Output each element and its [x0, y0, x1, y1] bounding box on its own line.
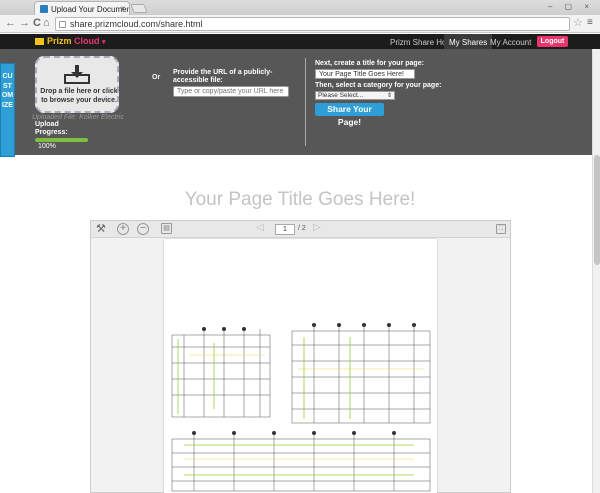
- back-icon[interactable]: ←: [5, 17, 16, 29]
- favicon-icon: [40, 5, 48, 13]
- tab-close-icon[interactable]: ×: [120, 4, 125, 13]
- prizm-logo-icon: [35, 38, 44, 45]
- viewer-toolbar: ⚒ + − ▤ ◁ 1 / 2 ▷ ⛶: [91, 221, 510, 238]
- logo-cloud-text: Cloud: [74, 36, 100, 46]
- upload-progress-bar: [35, 138, 88, 142]
- forward-icon[interactable]: →: [19, 17, 30, 29]
- chevron-updown-icon: ⇕: [386, 93, 392, 99]
- download-tray-icon: [64, 65, 90, 84]
- zoom-out-icon[interactable]: −: [137, 223, 149, 235]
- page-total: / 2: [298, 225, 306, 232]
- document-viewer: ⚒ + − ▤ ◁ 1 / 2 ▷ ⛶: [90, 220, 511, 493]
- browser-menu-icon[interactable]: ≡: [587, 17, 593, 28]
- window-controls[interactable]: – ▢ ×: [548, 2, 594, 11]
- browser-tab[interactable]: Upload Your Documents a ×: [34, 1, 130, 15]
- panel-divider: [305, 58, 306, 146]
- logout-button[interactable]: Logout: [537, 36, 568, 47]
- zoom-in-icon[interactable]: +: [117, 223, 129, 235]
- print-icon[interactable]: ▤: [161, 223, 172, 234]
- tools-icon[interactable]: ⚒: [96, 222, 106, 235]
- uploaded-file-name: Uploaded File: Kolker Electric: [32, 114, 124, 121]
- page-icon: [59, 21, 66, 28]
- upload-progress-label: Upload Progress:: [35, 121, 68, 136]
- url-label: Provide the URL of a publicly-accessible…: [173, 69, 273, 84]
- bookmark-star-icon[interactable]: ☆: [573, 16, 583, 29]
- page-number-input[interactable]: 1: [275, 224, 295, 235]
- category-select[interactable]: Please Select... ⇕: [315, 91, 395, 100]
- browser-tab-bar: Upload Your Documents a × – ▢ ×: [0, 0, 600, 15]
- customize-tab[interactable]: CUSTOMIZE: [0, 63, 15, 157]
- next-page-icon[interactable]: ▷: [313, 222, 321, 233]
- category-label: Then, select a category for your page:: [315, 82, 442, 89]
- nav-my-account[interactable]: My Account: [485, 34, 536, 49]
- page-title-input[interactable]: Your Page Title Goes Here!: [315, 69, 415, 79]
- url-input[interactable]: [173, 86, 289, 97]
- document-page: [164, 239, 437, 493]
- upload-progress-percent: 100%: [38, 143, 56, 150]
- electrical-drawing: [171, 323, 431, 492]
- title-label: Next, create a title for your page:: [315, 60, 424, 67]
- logo-caret-icon: ▾: [102, 39, 106, 46]
- url-text: share.prizmcloud.com/share.html: [70, 19, 203, 29]
- tab-title: Upload Your Documents a: [51, 5, 129, 14]
- new-tab-button[interactable]: [130, 4, 148, 13]
- home-icon[interactable]: ⌂: [43, 17, 50, 29]
- or-label: Or: [152, 74, 161, 81]
- prev-page-icon[interactable]: ◁: [256, 222, 264, 233]
- logo-prizm-text: Prizm: [47, 36, 72, 46]
- browser-toolbar: ← → C ⌂ share.prizmcloud.com/share.html …: [0, 15, 600, 33]
- file-dropzone[interactable]: Drop a file here or click to browse your…: [35, 56, 119, 113]
- dropzone-text: Drop a file here or click to browse your…: [40, 88, 118, 104]
- page-title: Your Page Title Goes Here!: [184, 189, 416, 210]
- upload-progress-fill: [35, 138, 88, 142]
- app-header: Prizm Cloud ▾ Prizm Share Home My Shares…: [0, 34, 600, 49]
- category-value: Please Select...: [318, 92, 364, 99]
- reload-icon[interactable]: C: [33, 17, 41, 29]
- page-scrollbar[interactable]: [592, 49, 600, 493]
- logo[interactable]: Prizm Cloud ▾: [47, 36, 106, 46]
- fullscreen-icon[interactable]: ⛶: [496, 224, 506, 234]
- share-page-button[interactable]: Share Your Page!: [315, 103, 384, 127]
- address-bar[interactable]: share.prizmcloud.com/share.html: [55, 17, 570, 31]
